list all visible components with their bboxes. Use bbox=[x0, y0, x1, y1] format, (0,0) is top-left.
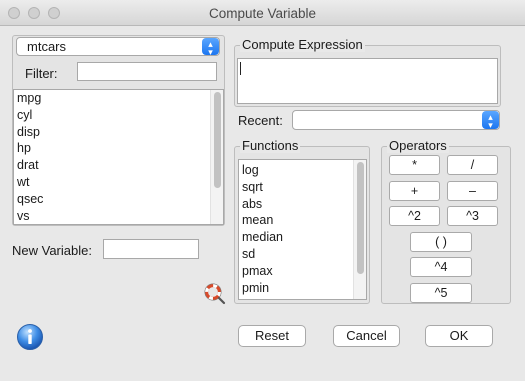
operators-legend: Operators bbox=[387, 138, 449, 153]
variable-list-item[interactable]: qsec bbox=[14, 191, 223, 208]
recent-select-arrows-icon: ▴ ▾ bbox=[482, 111, 499, 130]
filter-input[interactable] bbox=[77, 62, 217, 81]
function-list-item[interactable]: log bbox=[239, 162, 366, 179]
variable-list-item[interactable]: hp bbox=[14, 140, 223, 157]
reset-button[interactable]: Reset bbox=[238, 325, 306, 347]
functions-list[interactable]: log sqrt abs mean median sd pmax pmin bbox=[238, 159, 367, 300]
lifebuoy-help-icon[interactable] bbox=[204, 283, 226, 305]
new-variable-input[interactable] bbox=[103, 239, 199, 259]
recent-label: Recent: bbox=[238, 113, 283, 128]
window-title: Compute Variable bbox=[208, 6, 317, 21]
function-list-item[interactable]: sd bbox=[239, 246, 366, 263]
compute-expression-legend: Compute Expression bbox=[240, 37, 365, 52]
ok-button[interactable]: OK bbox=[425, 325, 493, 347]
function-list-item[interactable]: median bbox=[239, 229, 366, 246]
function-list-item[interactable]: pmin bbox=[239, 280, 366, 297]
filter-label: Filter: bbox=[25, 66, 58, 81]
functions-legend: Functions bbox=[240, 138, 301, 153]
functions-list-scrollbar[interactable] bbox=[353, 160, 366, 299]
variable-list[interactable]: mpg cyl disp hp drat wt qsec vs bbox=[13, 89, 224, 225]
function-list-item[interactable]: pmax bbox=[239, 263, 366, 280]
function-list-item[interactable]: abs bbox=[239, 196, 366, 213]
variable-list-item[interactable]: mpg bbox=[14, 90, 223, 107]
title-bar: Compute Variable bbox=[0, 0, 525, 26]
divide-operator-button[interactable]: / bbox=[447, 155, 498, 175]
new-variable-label: New Variable: bbox=[12, 243, 92, 258]
power5-operator-button[interactable]: ^5 bbox=[410, 283, 472, 303]
functions-list-scroll-thumb[interactable] bbox=[357, 162, 364, 274]
variable-list-item[interactable]: cyl bbox=[14, 107, 223, 124]
cancel-button[interactable]: Cancel bbox=[333, 325, 400, 347]
power4-operator-button[interactable]: ^4 bbox=[410, 257, 472, 277]
cube-operator-button[interactable]: ^3 bbox=[447, 206, 498, 226]
dataset-select-arrows-icon: ▴ ▾ bbox=[202, 38, 219, 57]
variable-list-scrollbar[interactable] bbox=[210, 90, 223, 224]
dataset-select[interactable]: mtcars ▴ ▾ bbox=[16, 37, 220, 57]
variable-list-item[interactable]: disp bbox=[14, 124, 223, 141]
compute-expression-input[interactable] bbox=[237, 58, 498, 104]
plus-operator-button[interactable]: + bbox=[389, 181, 440, 201]
text-cursor bbox=[240, 62, 241, 75]
dataset-select-value: mtcars bbox=[27, 39, 66, 54]
variable-list-item[interactable]: drat bbox=[14, 157, 223, 174]
square-operator-button[interactable]: ^2 bbox=[389, 206, 440, 226]
minus-operator-button[interactable]: – bbox=[447, 181, 498, 201]
function-list-item[interactable]: sqrt bbox=[239, 179, 366, 196]
info-icon[interactable] bbox=[16, 323, 44, 351]
recent-select[interactable]: ▴ ▾ bbox=[292, 110, 500, 130]
variable-list-scroll-thumb[interactable] bbox=[214, 92, 221, 188]
function-list-item[interactable]: mean bbox=[239, 212, 366, 229]
multiply-operator-button[interactable]: * bbox=[389, 155, 440, 175]
variable-list-item[interactable]: wt bbox=[14, 174, 223, 191]
variable-list-item[interactable]: vs bbox=[14, 208, 223, 224]
parentheses-operator-button[interactable]: ( ) bbox=[410, 232, 472, 252]
